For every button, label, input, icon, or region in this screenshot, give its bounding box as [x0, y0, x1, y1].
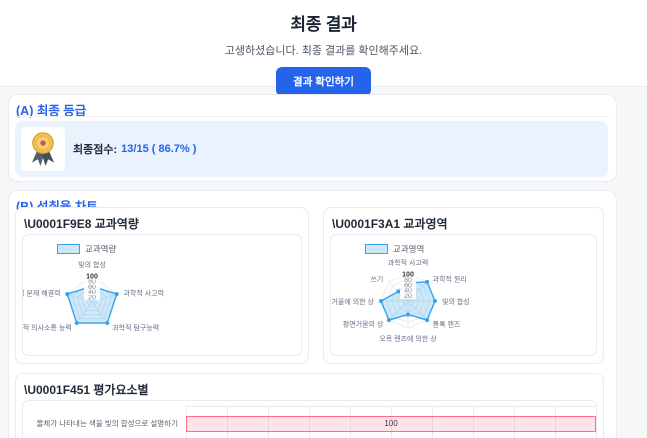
radar-axis-label: 평면거울의 상 — [343, 320, 384, 329]
final-results-page: 최종 결과 고생하셨습니다. 최종 결과를 확인해주세요. 결과 확인하기 (A… — [0, 0, 647, 438]
radar-axis-label: 과학적 원리 — [433, 274, 467, 283]
competency-chart-area: 교과역량 20406080100빛의 합성과학적 사고력과학적 탐구능력과학적 … — [22, 234, 302, 356]
radar-axis-label: 과학적 문제 해결력 — [23, 288, 61, 297]
gold-medal-icon — [26, 130, 60, 168]
competency-legend-label: 교과역량 — [85, 243, 116, 255]
medal-image — [21, 127, 65, 171]
subject-competency-card: \U0001F9E8 교과역량 교과역량 20406080100빛의 합성과학적… — [15, 207, 309, 364]
bar-value-label: 100 — [186, 419, 596, 428]
domain-legend: 교과영역 — [365, 243, 424, 255]
radar-data-point — [387, 318, 391, 322]
competency-legend: 교과역량 — [57, 243, 116, 255]
final-grade-section: (A) 최종 등급 최종점수: 13/15 ( 86.7% ) — [8, 94, 617, 182]
radar-axis-label: 볼록 렌즈 — [433, 320, 461, 329]
radar-axis-label: 과학적 사고력 — [388, 258, 429, 267]
domain-legend-label: 교과영역 — [393, 243, 424, 255]
radar-data-point — [105, 321, 109, 325]
domain-chart-area: 교과영역 20406080100과학적 사고력과학적 원리빛의 합성볼록 렌즈오… — [330, 234, 597, 356]
radar-axis-label: 쓰기 — [370, 274, 383, 283]
radar-tick-label: 100 — [402, 272, 414, 279]
radar-axis-label: 오목 렌즈에 의한 상 — [379, 334, 437, 343]
radar-data-point — [379, 299, 383, 303]
radar-data-point — [433, 299, 437, 303]
section-a-divider — [15, 116, 610, 117]
bar-category-label: 물체가 나타내는 색을 빛의 합성으로 설명하기 — [23, 418, 178, 429]
radar-axis-label: 과학적 의사소통 능력 — [23, 323, 72, 332]
domain-chart-title: \U0001F3A1 교과영역 — [332, 215, 448, 232]
radar-axis-label: 오목 거울에 의한 상 — [331, 297, 375, 306]
radar-tick-label: 100 — [86, 274, 98, 281]
radar-axis-label: 과학적 사고력 — [123, 288, 164, 297]
bar-chart-evaluation: 100 물체가 나타내는 색을 빛의 합성으로 설명하기 — [22, 400, 597, 438]
radar-data-point — [115, 292, 119, 296]
final-score-box: 최종점수: 13/15 ( 86.7% ) — [15, 121, 608, 177]
legend-swatch-icon — [57, 244, 80, 254]
results-header: 최종 결과 고생하셨습니다. 최종 결과를 확인해주세요. 결과 확인하기 — [0, 0, 647, 87]
radar-data-point — [75, 321, 79, 325]
score-label: 최종점수: — [73, 141, 117, 157]
bar-plot-topline — [186, 406, 596, 407]
radar-data-point — [406, 313, 410, 317]
radar-data-point — [396, 289, 400, 293]
radar-axis-label: 빛의 합성 — [442, 297, 470, 306]
radar-axis-label: 과학적 탐구능력 — [112, 323, 159, 332]
radar-data-point — [65, 292, 69, 296]
page-title: 최종 결과 — [0, 10, 647, 35]
view-results-button[interactable]: 결과 확인하기 — [276, 67, 371, 96]
page-subtitle: 고생하셨습니다. 최종 결과를 확인해주세요. — [0, 42, 647, 58]
radar-data-point — [425, 280, 429, 284]
subject-domain-card: \U0001F3A1 교과영역 교과영역 20406080100과학적 사고력과… — [323, 207, 604, 364]
radar-data-point — [425, 318, 429, 322]
competency-chart-title: \U0001F9E8 교과역량 — [24, 215, 139, 232]
achievement-chart-section: (B) 성취율 차트 \U0001F9E8 교과역량 교과역량 20406080… — [8, 190, 617, 438]
bar-gridline — [596, 406, 597, 438]
evaluation-elements-card: \U0001F451 평가요소별 100 물체가 나타내는 색을 빛의 합성으로 … — [15, 373, 604, 438]
final-score-text: 최종점수: 13/15 ( 86.7% ) — [73, 121, 196, 177]
evaluation-chart-title: \U0001F451 평가요소별 — [24, 381, 149, 398]
score-value: 13/15 ( 86.7% ) — [121, 143, 196, 155]
radar-axis-label: 빛의 합성 — [78, 260, 106, 269]
legend-swatch-icon — [365, 244, 388, 254]
